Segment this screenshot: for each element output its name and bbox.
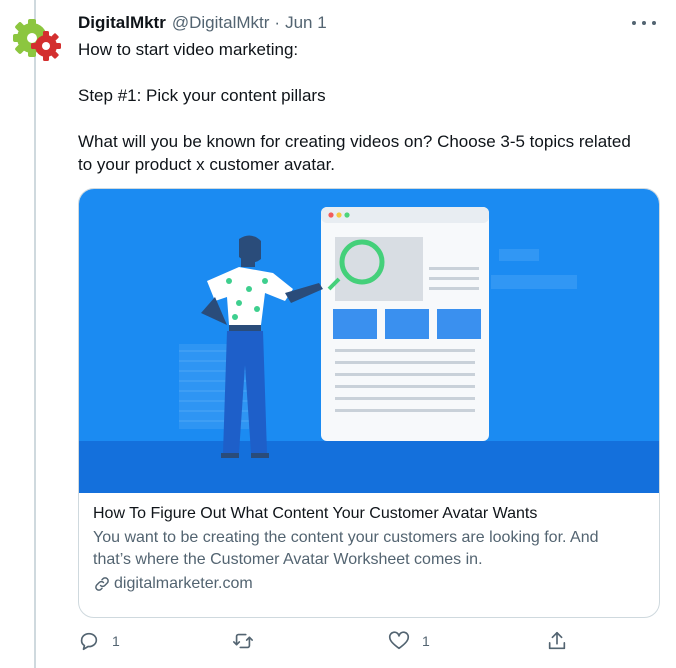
retweet-icon: [233, 633, 253, 649]
avatar[interactable]: [8, 10, 64, 66]
reply-button[interactable]: 1: [78, 630, 120, 652]
gear-logo-icon: [13, 19, 61, 61]
tweet-text: How to start video marketing: Step #1: P…: [78, 40, 631, 174]
thread-connector-line: [34, 0, 36, 668]
share-icon: [548, 631, 566, 650]
more-horizontal-icon[interactable]: [632, 16, 656, 30]
retweet-button[interactable]: [232, 630, 266, 652]
tweet-actions: 1 1: [78, 630, 618, 654]
card-domain: digitalmarketer.com: [114, 575, 253, 592]
tweet-date[interactable]: Jun 1: [285, 12, 327, 34]
link-icon: [95, 577, 109, 591]
header-separator: ·: [274, 13, 281, 32]
card-description: You want to be creating the content your…: [93, 529, 599, 568]
tweet: DigitalMktr @DigitalMktr · Jun 1 How to …: [78, 12, 664, 651]
author-handle[interactable]: @DigitalMktr: [172, 12, 270, 34]
heart-icon: [388, 631, 410, 650]
tweet-header: DigitalMktr @DigitalMktr · Jun 1: [78, 12, 664, 34]
like-button[interactable]: 1: [388, 630, 430, 652]
reply-icon: [80, 632, 98, 651]
author-display-name[interactable]: DigitalMktr: [78, 12, 166, 34]
like-count: 1: [422, 633, 430, 649]
share-button[interactable]: [546, 630, 568, 652]
reply-count: 1: [112, 633, 120, 649]
card-illustration-image: [79, 189, 659, 493]
card-domain-row: digitalmarketer.com: [93, 573, 645, 595]
link-card[interactable]: How To Figure Out What Content Your Cust…: [78, 188, 660, 618]
card-title: How To Figure Out What Content Your Cust…: [93, 505, 538, 522]
